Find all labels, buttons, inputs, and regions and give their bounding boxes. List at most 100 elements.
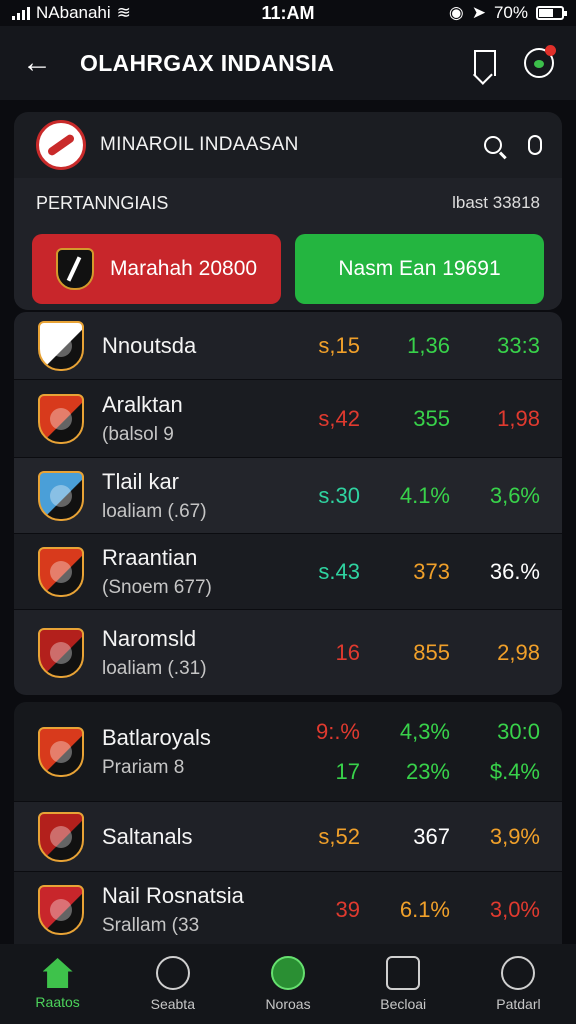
team-name: Nail Rosnatsia: [102, 882, 244, 908]
team-info: Nail Rosnatsia Srallam (33: [102, 883, 270, 937]
nav-item-target[interactable]: Patdarl: [461, 944, 576, 1024]
team-list: Nnoutsda s,15 1,36 33:3 Aralktan (balsol 9 s,4…: [14, 312, 562, 948]
stat-value: s.30: [318, 482, 360, 508]
team-name: Tlail kar: [102, 468, 180, 494]
stat-value: 6.1%: [399, 896, 450, 922]
team-crest-icon: [38, 627, 84, 678]
stat-value: 39: [335, 896, 360, 922]
team-sub: loaliam (.31): [102, 657, 207, 679]
stat-values: s.43 373 36.%: [270, 559, 540, 585]
stat-value: 23%: [405, 758, 450, 784]
stat-value: 3,9%: [489, 823, 540, 849]
list-item[interactable]: Batlaroyals Prariam 8 9:.% 4,3% 30:0 17 23% $.4…: [14, 702, 562, 802]
header-actions: [474, 45, 556, 78]
carrier-label: NAbanahi: [36, 3, 111, 22]
nav-label: Seabta: [150, 996, 195, 1012]
stat-value: 373: [413, 558, 450, 584]
search-icon[interactable]: [484, 136, 502, 154]
nav-item-news[interactable]: Noroas: [230, 944, 345, 1024]
value-line: 16 855 2,98: [270, 640, 540, 666]
stat-value: 4.1%: [399, 482, 450, 508]
card-actions: [484, 135, 542, 155]
league-title: MINAROIL INDAASAN: [100, 134, 299, 155]
page-title: OLAHRGAX INDANSIA: [80, 49, 335, 76]
wifi-icon: ≋: [116, 3, 131, 22]
team-name: Aralktan: [102, 391, 183, 417]
team-sub: Srallam (33: [102, 914, 200, 936]
value-line: s.43 373 36.%: [270, 559, 540, 585]
team-name: Nnoutsda: [102, 332, 197, 358]
stat-value: 855: [413, 639, 450, 665]
list-item[interactable]: Aralktan (balsol 9 s,42 355 1,98: [14, 380, 562, 458]
section-count: lbast 33818: [452, 193, 540, 212]
value-line: s,15 1,36 33:3: [270, 333, 540, 359]
team-info: Saltanals: [102, 824, 270, 850]
news-icon: [271, 956, 305, 990]
stat-value: 3,6%: [489, 482, 540, 508]
nav-label: Noroas: [265, 996, 311, 1012]
team-crest-icon: [38, 811, 84, 862]
home-icon: [42, 958, 73, 988]
value-line: s,52 367 3,9%: [270, 824, 540, 850]
stat-value: s,42: [318, 405, 360, 431]
stat-value: s.43: [318, 558, 360, 584]
info-icon[interactable]: [528, 135, 542, 155]
bookmark-icon[interactable]: [474, 50, 496, 76]
red-button-label: Marahah 20800: [109, 257, 258, 280]
team-crest-icon: [38, 320, 84, 371]
list-item[interactable]: Naromsld loaliam (.31) 16 855 2,98: [14, 610, 562, 696]
team-info: Rraantian (Snoem 677): [102, 545, 270, 599]
stat-value: 9:.%: [315, 718, 360, 744]
list-item[interactable]: Tlail kar loaliam (.67) s.30 4.1% 3,6%: [14, 458, 562, 534]
stat-value: s,52: [318, 823, 360, 849]
stat-value: 3,0%: [489, 896, 540, 922]
nav-item-square[interactable]: Becloai: [346, 944, 461, 1024]
list-item[interactable]: Nail Rosnatsia Srallam (33 39 6.1% 3,0%: [14, 872, 562, 948]
stat-value: 1,36: [407, 332, 450, 358]
nav-item-home[interactable]: Raatos: [0, 944, 115, 1024]
stat-value: 4,3%: [399, 718, 450, 744]
value-line: 39 6.1% 3,0%: [270, 897, 540, 923]
stat-value: 17: [335, 758, 360, 784]
bottom-nav: Raatos Seabta Noroas Becloai Patdarl: [0, 944, 576, 1024]
list-item[interactable]: Nnoutsda s,15 1,36 33:3: [14, 312, 562, 380]
stat-value: 355: [413, 405, 450, 431]
green-team-button[interactable]: Nasm Ean 19691: [295, 234, 544, 304]
team-info: Naromsld loaliam (.31): [102, 626, 270, 680]
team-crest-icon: [38, 470, 84, 521]
value-line: 17 23% $.4%: [270, 759, 540, 785]
stat-value: 367: [413, 823, 450, 849]
alarm-icon: ◉: [448, 3, 464, 22]
battery-icon: [536, 6, 567, 20]
list-item[interactable]: Rraantian (Snoem 677) s.43 373 36.%: [14, 534, 562, 610]
stat-values: s,52 367 3,9%: [270, 824, 540, 850]
red-team-button[interactable]: Marahah 20800: [32, 234, 281, 304]
stat-values: s.30 4.1% 3,6%: [270, 483, 540, 509]
status-left: NAbanahi ≋: [12, 3, 212, 23]
stat-value: 16: [335, 639, 360, 665]
team-info: Batlaroyals Prariam 8: [102, 725, 270, 779]
team-info: Tlail kar loaliam (.67): [102, 469, 270, 523]
team-sub: Prariam 8: [102, 756, 185, 778]
app-bar: ← OLAHRGAX INDANSIA: [0, 26, 576, 100]
value-line: s,42 355 1,98: [270, 406, 540, 432]
back-arrow-icon[interactable]: ←: [22, 46, 58, 80]
team-name: Batlaroyals: [102, 724, 211, 750]
section-label: PERTANNGIAIS: [36, 192, 169, 213]
profile-icon[interactable]: [524, 45, 556, 78]
stat-value: 36.%: [489, 558, 540, 584]
team-info: Aralktan (balsol 9: [102, 392, 270, 446]
nav-item-clock[interactable]: Seabta: [115, 944, 230, 1024]
stat-value: $.4%: [489, 758, 540, 784]
team-crest-icon: [55, 248, 94, 290]
team-sub: loaliam (.67): [102, 500, 207, 522]
team-crest-icon: [38, 726, 84, 777]
nav-label: Patdarl: [496, 996, 541, 1012]
status-bar: NAbanahi ≋ 11:AM ◉ ➤ 70%: [0, 0, 576, 26]
target-icon: [501, 956, 536, 990]
location-icon: ➤: [471, 3, 486, 22]
list-item[interactable]: Saltanals s,52 367 3,9%: [14, 802, 562, 872]
value-line: 9:.% 4,3% 30:0: [270, 719, 540, 745]
stat-value: 33:3: [497, 332, 540, 358]
team-info: Nnoutsda: [102, 333, 270, 359]
